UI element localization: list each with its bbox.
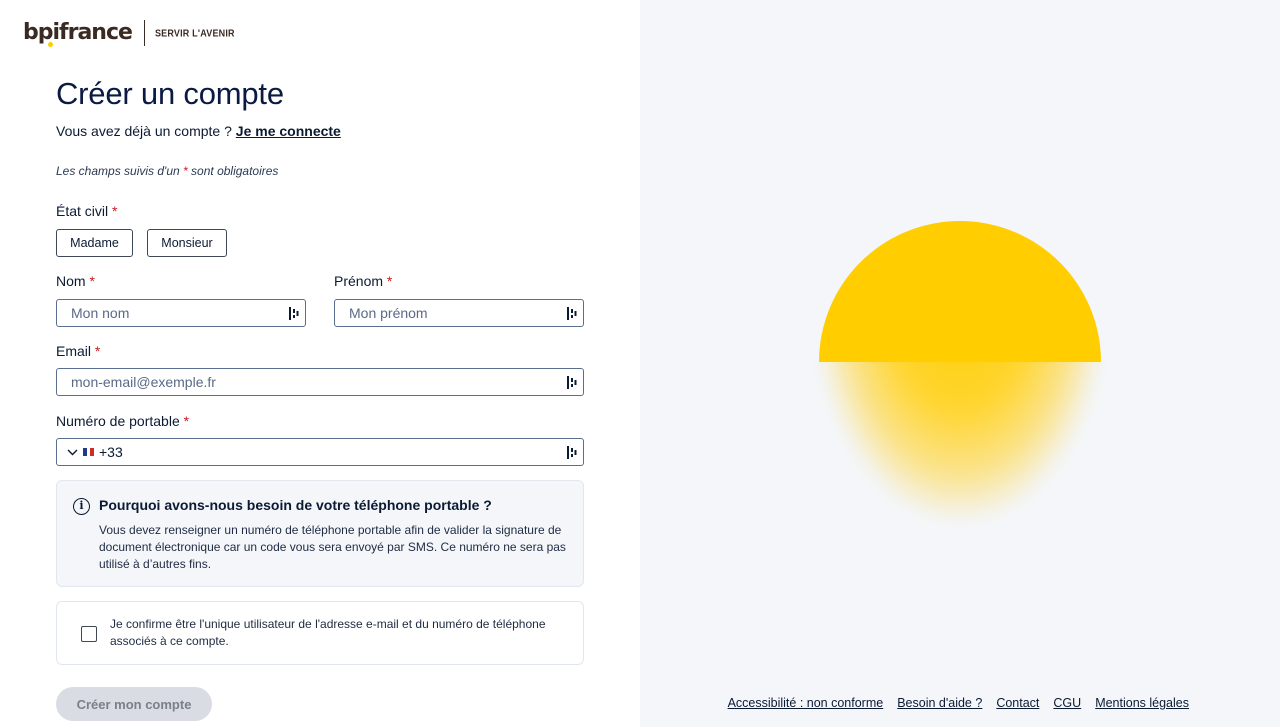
first-name-field[interactable]	[334, 299, 584, 327]
email-field[interactable]	[56, 368, 584, 396]
footer-link-legal[interactable]: Mentions légales	[1095, 696, 1189, 710]
login-link[interactable]: Je me connecte	[236, 123, 341, 139]
sun-illustration	[819, 221, 1101, 362]
civility-label-text: État civil	[56, 203, 109, 219]
footer-link-cgu[interactable]: CGU	[1053, 696, 1081, 710]
footer-links: Accessibilité : non conforme Besoin d'ai…	[728, 696, 1189, 710]
logo-divider	[143, 20, 145, 46]
footer-link-help[interactable]: Besoin d'aide ?	[897, 696, 982, 710]
phone-info-box: i Pourquoi avons-nous besoin de votre té…	[56, 480, 584, 587]
required-star: *	[89, 273, 95, 289]
first-name-label: Prénom *	[334, 273, 392, 289]
password-manager-icon[interactable]	[567, 446, 577, 459]
page-title: Créer un compte	[56, 76, 284, 111]
last-name-label: Nom *	[56, 273, 95, 289]
phone-label-text: Numéro de portable	[56, 413, 180, 429]
have-account-line: Vous avez déjà un compte ? Je me connect…	[56, 123, 341, 139]
confirm-checkbox[interactable]	[81, 626, 97, 642]
logo-tagline: SERVIR L'AVENIR	[154, 27, 235, 39]
have-account-text: Vous avez déjà un compte ?	[56, 123, 232, 139]
required-star: *	[386, 273, 393, 289]
civility-label: État civil *	[56, 203, 117, 219]
required-star: *	[112, 203, 118, 219]
form-panel: bpifrance SERVIR L'AVENIR Créer un compt…	[0, 0, 640, 727]
info-text: Vous devez renseigner un numéro de télép…	[99, 523, 566, 571]
footer-link-accessibility[interactable]: Accessibilité : non conforme	[728, 696, 884, 710]
last-name-label-text: Nom	[56, 273, 86, 289]
civility-monsieur-button[interactable]: Monsieur	[147, 229, 227, 257]
required-note-suffix: sont obligatoires	[191, 164, 279, 178]
password-manager-icon[interactable]	[567, 376, 577, 389]
required-star: *	[183, 164, 188, 178]
phone-field[interactable]: +33	[56, 438, 584, 466]
email-input[interactable]	[71, 374, 583, 390]
create-account-button[interactable]: Créer mon compte	[56, 687, 212, 721]
info-icon: i	[73, 498, 90, 515]
confirm-box: Je confirme être l'unique utilisateur de…	[56, 601, 584, 665]
required-fields-note: Les champs suivis d'un * sont obligatoir…	[56, 164, 278, 178]
civility-madame-button[interactable]: Madame	[56, 229, 133, 257]
illustration-panel: Accessibilité : non conforme Besoin d'ai…	[640, 0, 1280, 727]
required-star: *	[94, 343, 101, 359]
chevron-down-icon	[67, 449, 78, 455]
email-label: Email *	[56, 343, 100, 359]
first-name-input[interactable]	[349, 305, 583, 321]
phone-label: Numéro de portable *	[56, 413, 189, 429]
confirm-text[interactable]: Je confirme être l'unique utilisateur de…	[110, 616, 550, 650]
footer-link-contact[interactable]: Contact	[996, 696, 1039, 710]
logo-dot	[48, 42, 53, 47]
phone-input[interactable]	[128, 444, 583, 460]
first-name-label-text: Prénom	[334, 273, 384, 289]
france-flag-icon	[83, 448, 95, 456]
last-name-field[interactable]	[56, 299, 306, 327]
bpifrance-logo[interactable]: bpifrance SERVIR L'AVENIR	[23, 19, 235, 47]
logo-wordmark: bpifrance	[23, 20, 133, 45]
required-note-prefix: Les champs suivis d'un	[56, 164, 180, 178]
info-title: Pourquoi avons-nous besoin de votre télé…	[99, 497, 492, 513]
password-manager-icon[interactable]	[289, 307, 299, 320]
last-name-input[interactable]	[71, 305, 305, 321]
country-code-selector[interactable]: +33	[67, 444, 123, 460]
password-manager-icon[interactable]	[567, 307, 577, 320]
required-star: *	[183, 413, 190, 429]
dial-code: +33	[99, 444, 123, 460]
email-label-text: Email	[56, 343, 92, 359]
